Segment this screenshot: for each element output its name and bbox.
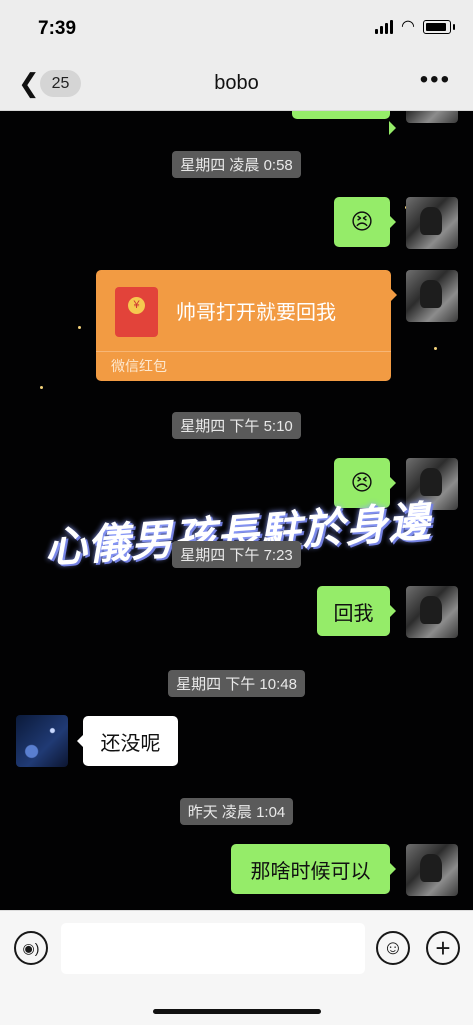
timestamp: 星期四 凌晨 0:58	[0, 151, 473, 178]
star-decoration	[78, 326, 81, 329]
message-bubble[interactable]: 那啥时候可以	[231, 844, 396, 894]
sad-face-emoji: 😣	[350, 209, 374, 234]
input-bar: ◉) ☺ +	[0, 910, 473, 1025]
voice-icon[interactable]: ◉)	[14, 931, 48, 965]
star-decoration	[434, 347, 437, 350]
red-packet-label: 微信红包	[111, 358, 167, 374]
message-text: 那啥时候可以	[250, 860, 371, 883]
chat-area[interactable]: 星期四 凌晨 0:58 😣 ¥ 帅哥打开就要回我 微信红包 星期四 下午 5:1…	[0, 111, 473, 910]
timestamp: 星期四 下午 10:48	[0, 670, 473, 697]
emoji-icon[interactable]: ☺	[376, 931, 410, 965]
chat-header: ❮ 25 bobo •••	[0, 56, 473, 111]
star-decoration	[40, 386, 43, 389]
red-packet-icon: ¥	[115, 287, 158, 337]
battery-icon	[423, 20, 455, 34]
avatar[interactable]	[406, 197, 458, 249]
avatar[interactable]	[406, 270, 458, 322]
red-packet-message[interactable]: ¥ 帅哥打开就要回我 微信红包	[96, 270, 397, 381]
avatar[interactable]	[406, 111, 458, 123]
red-packet-divider	[96, 351, 391, 352]
avatar[interactable]	[406, 844, 458, 896]
message-bubble[interactable]: 😣	[334, 197, 396, 247]
status-bar: 7:39 ◠	[0, 0, 473, 56]
timestamp: 昨天 凌晨 1:04	[0, 798, 473, 825]
message-bubble[interactable]: 还没呢	[77, 716, 178, 766]
wifi-icon: ◠	[401, 18, 415, 35]
message-bubble-partial[interactable]	[292, 111, 396, 135]
timestamp: 星期四 下午 7:23	[0, 541, 473, 568]
more-dots-icon[interactable]: •••	[420, 66, 451, 94]
message-bubble[interactable]: 回我	[317, 586, 396, 636]
status-time: 7:39	[38, 18, 77, 39]
avatar[interactable]	[16, 715, 68, 767]
message-input[interactable]	[61, 923, 365, 974]
message-text: 还没呢	[100, 732, 161, 755]
home-indicator	[153, 1009, 321, 1014]
signal-icon	[375, 20, 394, 34]
plus-icon[interactable]: +	[426, 931, 460, 965]
timestamp: 星期四 下午 5:10	[0, 412, 473, 439]
chat-title: bobo	[214, 72, 259, 94]
status-icons: ◠	[375, 18, 455, 35]
message-text: 回我	[333, 602, 374, 625]
red-packet-text: 帅哥打开就要回我	[176, 302, 336, 324]
avatar[interactable]	[406, 586, 458, 638]
